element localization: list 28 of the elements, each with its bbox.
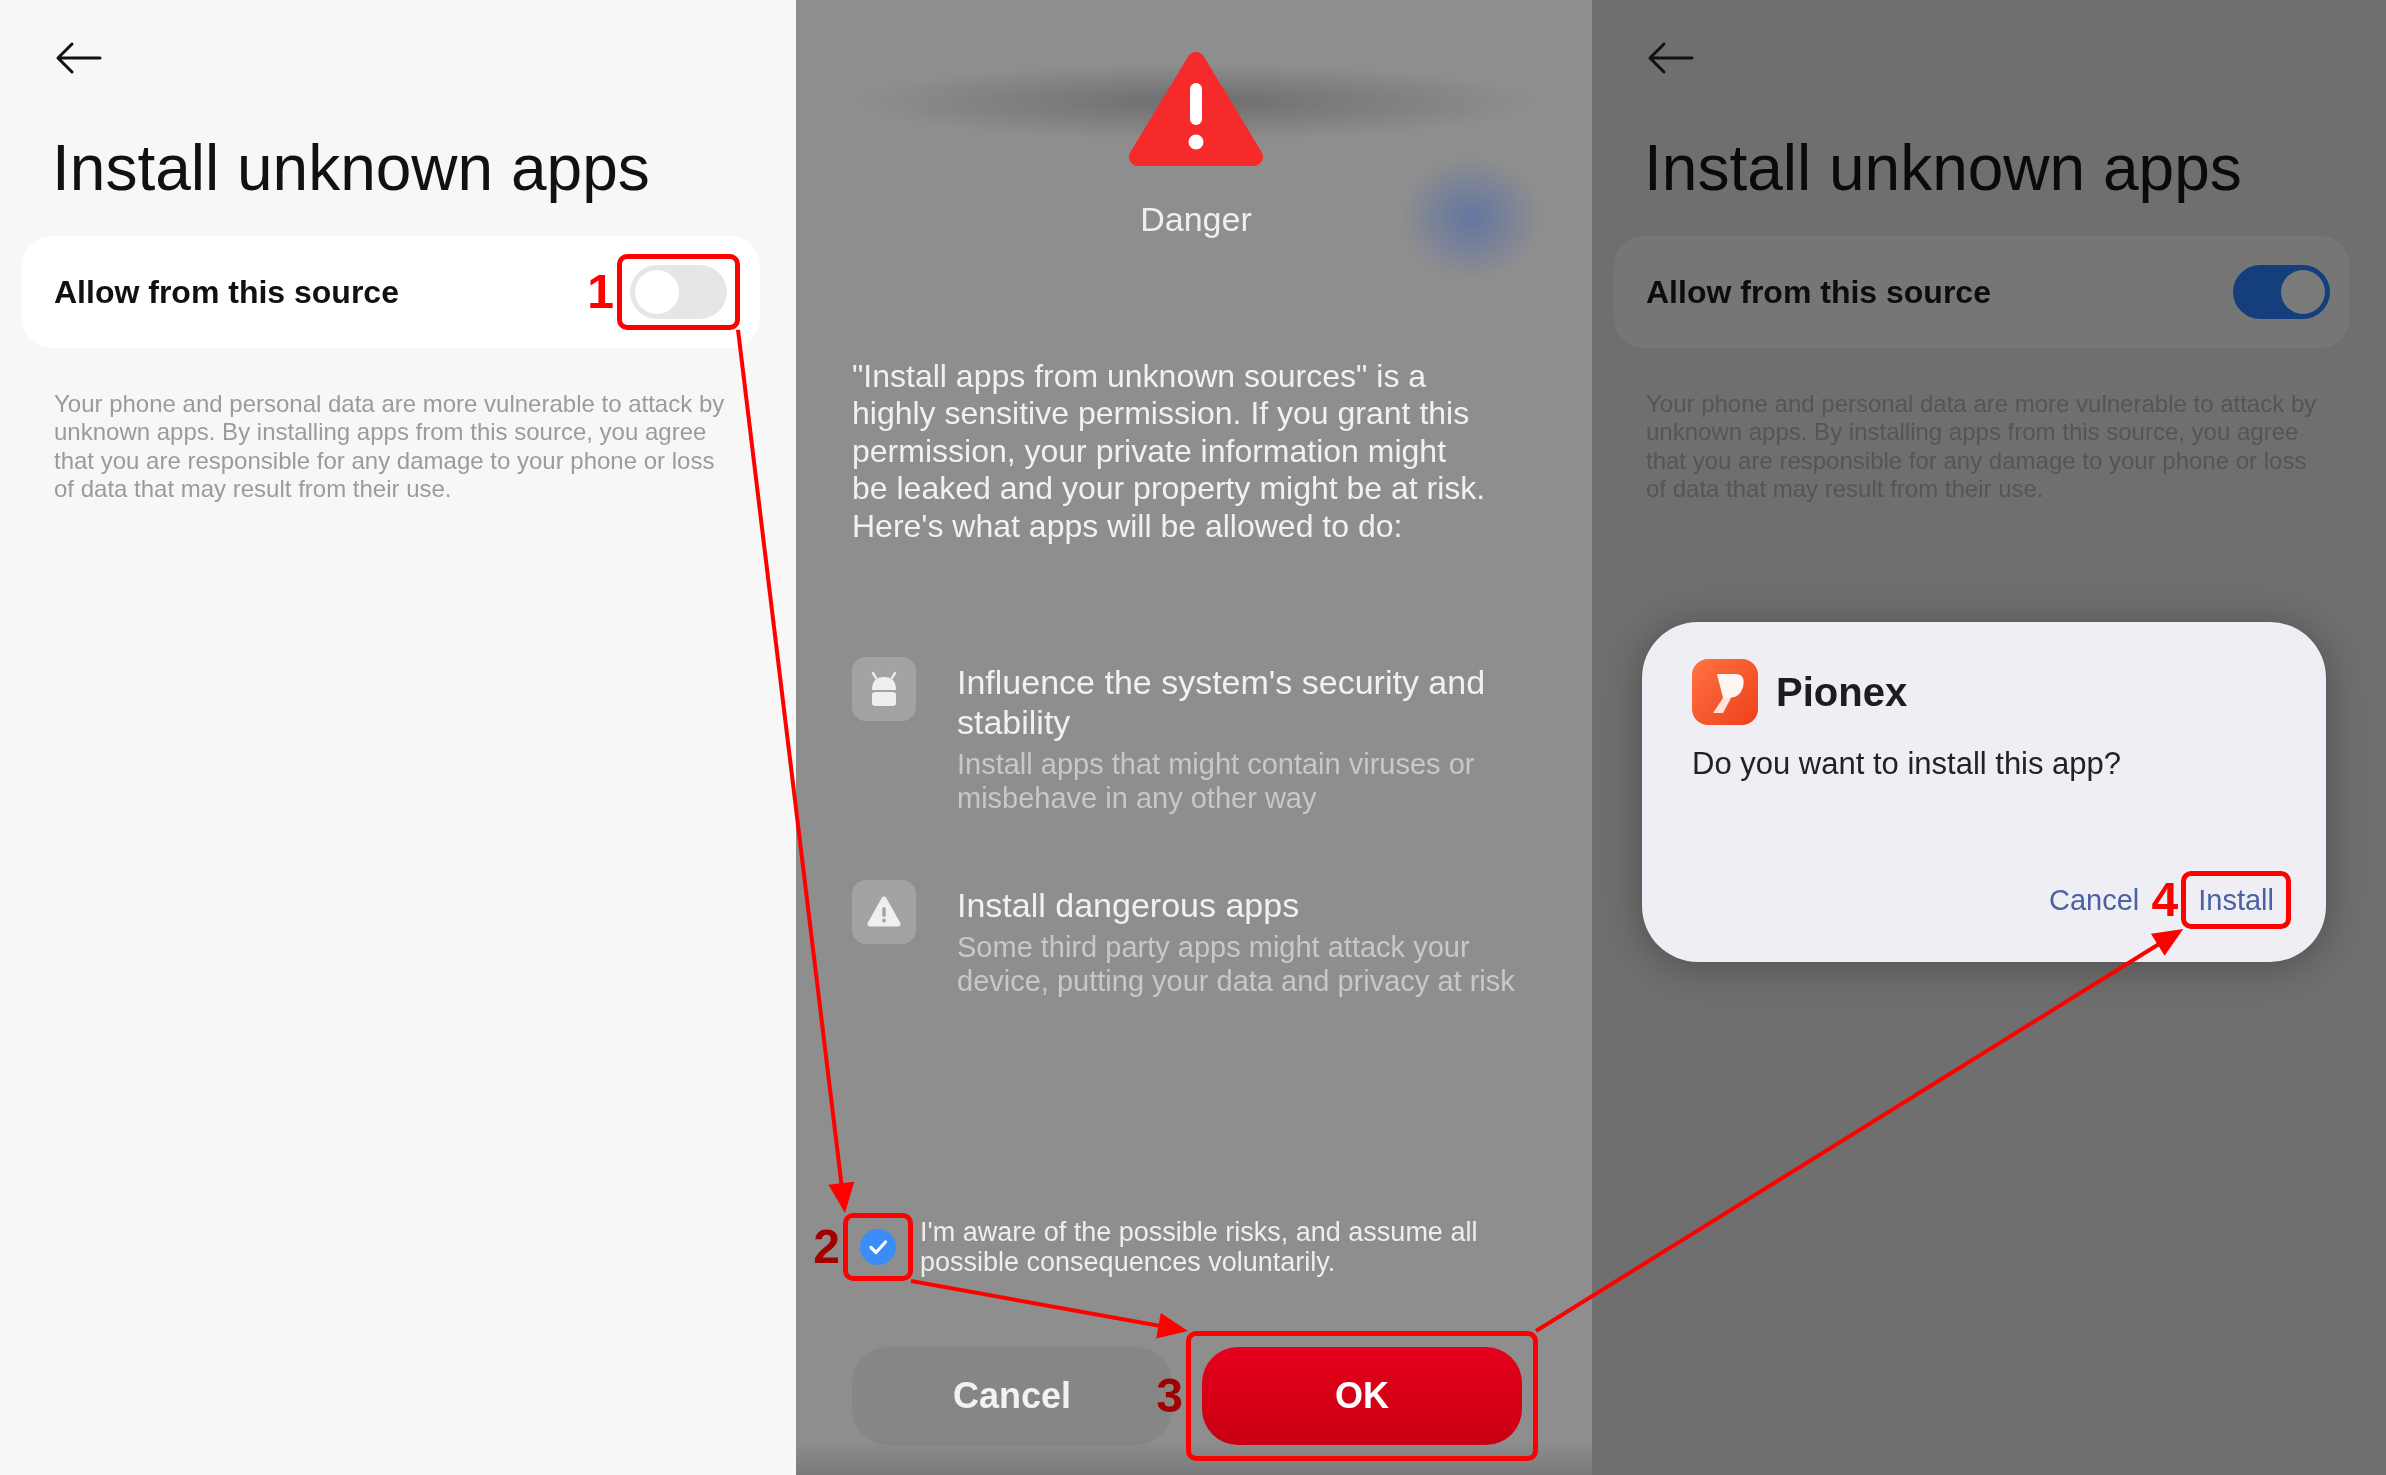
confirm-button[interactable]: OK <box>1202 1347 1522 1445</box>
back-icon[interactable] <box>54 40 102 76</box>
step-number: 4 <box>2151 876 2179 924</box>
permission-description: Install apps that might contain viruses or misbehave in any other way <box>957 747 1476 816</box>
warning-icon <box>1128 50 1264 168</box>
permission-title: Influence the system's security and stability <box>957 662 1487 743</box>
warning-icon <box>852 880 916 945</box>
permission-title: Install dangerous apps <box>957 885 1301 926</box>
step-number: 2 <box>813 1223 840 1271</box>
step-number: 1 <box>587 267 614 316</box>
dialog-heading: Danger <box>1140 199 1252 240</box>
page-title: Install unknown apps <box>52 131 650 206</box>
setting-description: Your phone and personal data are more vulnerable to attack by unknown apps. By installing apps from this source, you agree that you are responsible for any damage to your phone or loss of data that may result from their use. <box>54 389 726 504</box>
dialog-button[interactable]: Cancel <box>2048 882 2140 918</box>
toggle-switch[interactable] <box>630 264 727 319</box>
permission-description: Some third party apps might attack your device, putting your data and privacy at risk <box>957 930 1516 999</box>
toggle-switch[interactable] <box>2233 264 2330 319</box>
setting-label: Allow from this source <box>54 272 399 312</box>
page-title: Install unknown apps <box>1644 131 2242 206</box>
consent-text: I'm aware of the possible risks, and assume all possible consequences voluntarily. <box>920 1217 1479 1277</box>
app-name: Pionex <box>1776 669 1908 716</box>
checkbox[interactable] <box>860 1229 896 1265</box>
dialog-button[interactable]: Install <box>2198 882 2274 918</box>
robot-icon <box>852 657 916 722</box>
app-logo-icon <box>1692 659 1758 725</box>
warning-message: "Install apps from unknown sources" is a highly sensitive permission. If you grant this permission, your private information might be leaked and your property might be at risk. Here's what apps will be allowed to do: <box>852 357 1487 546</box>
dialog-message: Do you want to install this app? <box>1692 745 2123 783</box>
setting-label: Allow from this source <box>1646 272 1991 312</box>
